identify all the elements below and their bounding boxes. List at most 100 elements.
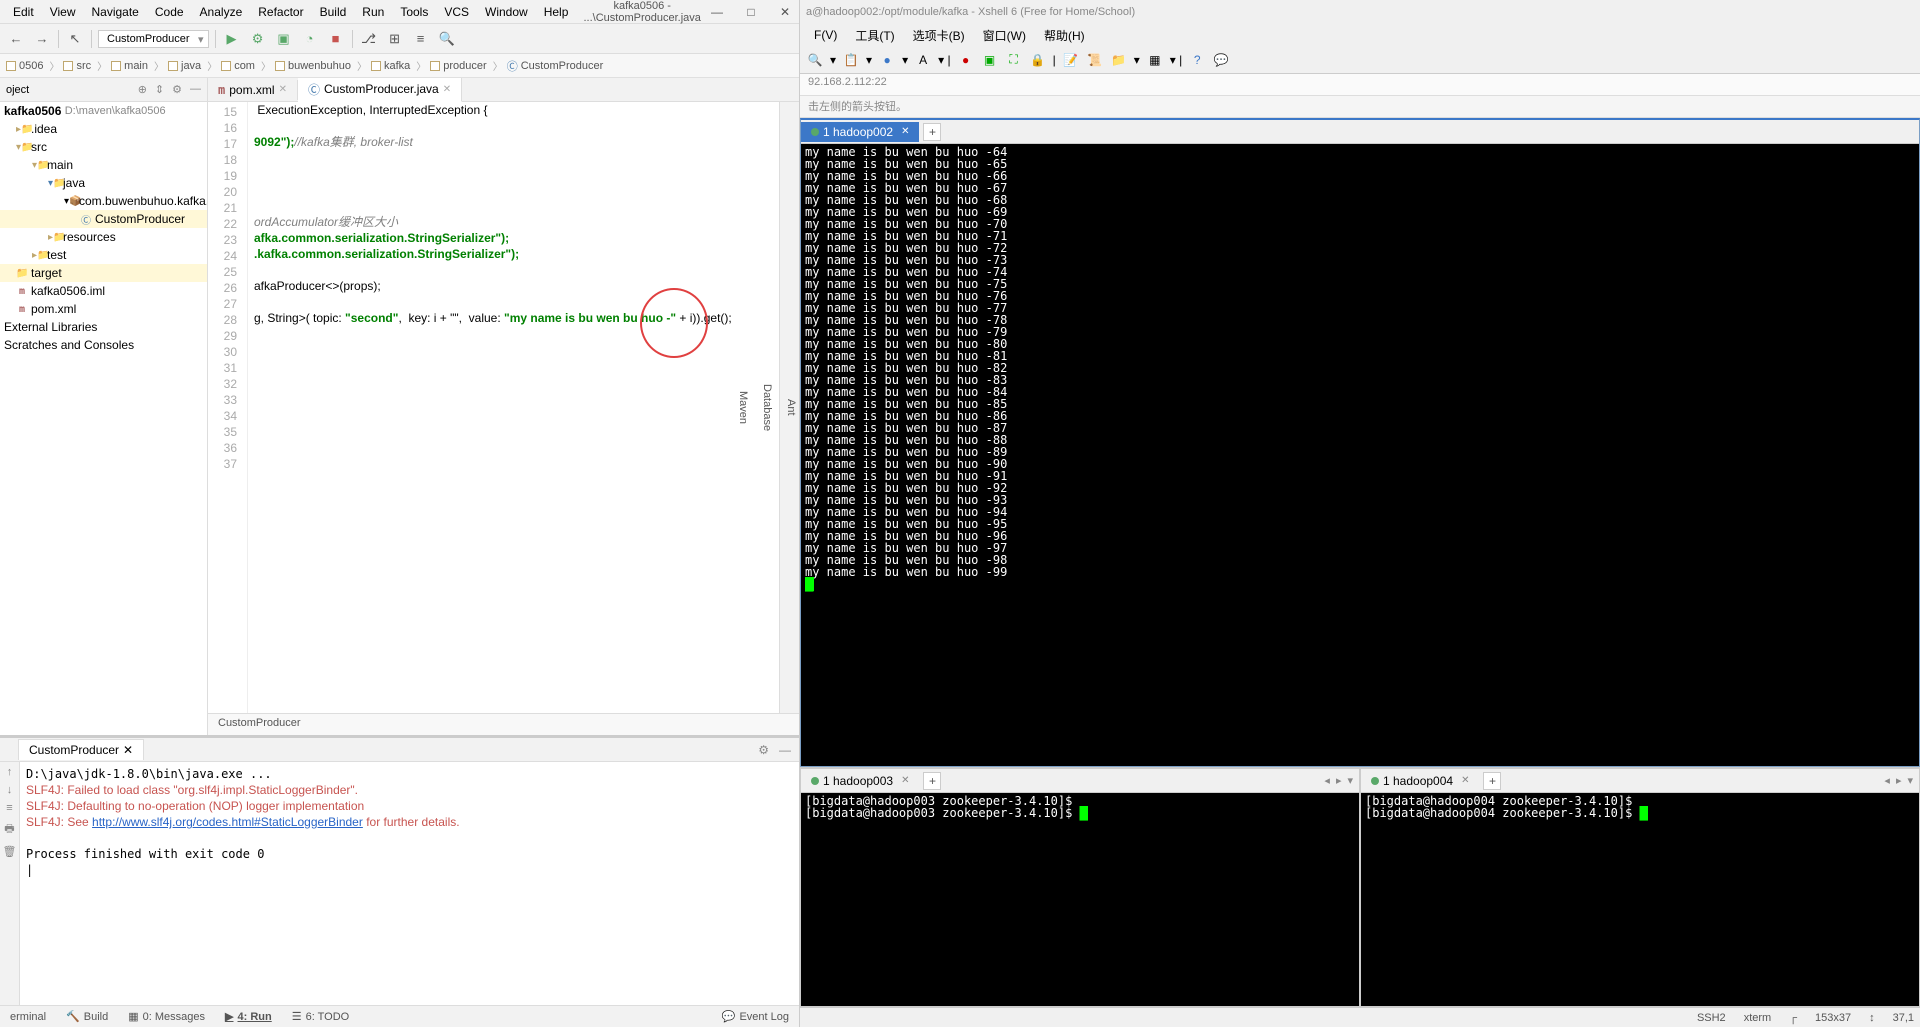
prev-icon[interactable]: ◂ <box>1884 774 1890 787</box>
menu-run[interactable]: Run <box>355 3 391 21</box>
minimize-button[interactable]: — <box>709 5 725 19</box>
run-config-select[interactable]: CustomProducer <box>98 30 209 48</box>
menu-navigate[interactable]: Navigate <box>84 3 145 21</box>
messages-tab[interactable]: ▦0: Messages <box>118 1010 215 1023</box>
tab-hadoop003[interactable]: 1 hadoop003✕ <box>801 771 919 791</box>
terminal-tab[interactable]: erminal <box>0 1011 56 1023</box>
layout-icon[interactable]: ▦ <box>1146 51 1164 69</box>
breadcrumb-8[interactable]: ⒸCustomProducer <box>507 58 610 74</box>
close-icon[interactable]: ✕ <box>901 775 909 786</box>
chat-icon[interactable]: 💬 <box>1212 51 1230 69</box>
menu-tools[interactable]: Tools <box>393 3 435 21</box>
run-icon[interactable]: ▶ <box>222 29 242 49</box>
menu-edit[interactable]: Edit <box>6 3 41 21</box>
tree-folder-main[interactable]: ▾📁main <box>0 156 207 174</box>
expand-icon[interactable]: ⛶ <box>1005 51 1023 69</box>
tree-folder-resources[interactable]: ▸📁resources <box>0 228 207 246</box>
breadcrumb-7[interactable]: producer <box>430 58 502 73</box>
xs-menu-item[interactable]: F(V) <box>806 26 845 44</box>
run-tab[interactable]: ▶4: Run <box>215 1010 282 1023</box>
hide-icon[interactable]: — <box>779 743 791 757</box>
project-header[interactable]: oject ⊕ ⇕ ⚙ — <box>0 78 207 102</box>
nav-fwd-icon[interactable]: → <box>32 29 52 49</box>
tree-package[interactable]: ▾📦com.buwenbuhuo.kafka.produc <box>0 192 207 210</box>
project-tree[interactable]: kafka0506 D:\maven\kafka0506 ▸📁.idea ▾📁s… <box>0 102 207 735</box>
tree-class-customproducer[interactable]: ⒸCustomProducer <box>0 210 207 228</box>
xs-menu-item[interactable]: 窗口(W) <box>975 25 1034 46</box>
tab-hadoop002[interactable]: 1 hadoop002✕ <box>801 122 919 142</box>
terminal-output-bl[interactable]: [bigdata@hadoop003 zookeeper-3.4.10]$ [b… <box>801 793 1359 1006</box>
menu-analyze[interactable]: Analyze <box>193 3 250 21</box>
close-icon[interactable]: ✕ <box>279 84 287 95</box>
close-button[interactable]: ✕ <box>777 5 793 19</box>
ant-tab[interactable]: Ant <box>785 108 797 707</box>
terminal-output-top[interactable]: my name is bu wen bu huo -64 my name is … <box>801 144 1919 766</box>
globe-icon[interactable]: ● <box>878 51 896 69</box>
gear-icon[interactable]: ⚙ <box>758 743 769 757</box>
hide-icon[interactable]: — <box>190 83 201 96</box>
rerun-icon[interactable]: ↑ <box>7 766 13 778</box>
code-content[interactable]: ExecutionException, InterruptedException… <box>248 102 799 713</box>
help-icon[interactable]: ? <box>1188 51 1206 69</box>
breadcrumb-4[interactable]: com <box>221 58 271 73</box>
close-icon[interactable]: ✕ <box>123 743 133 757</box>
xs-address[interactable]: 92.168.2.112:22 <box>800 74 1920 96</box>
target-icon[interactable]: ⊕ <box>138 83 147 96</box>
menu-build[interactable]: Build <box>313 3 354 21</box>
console-output[interactable]: D:\java\jdk-1.8.0\bin\java.exe ... SLF4J… <box>20 762 799 1005</box>
next-icon[interactable]: ▸ <box>1336 774 1342 787</box>
menu-view[interactable]: View <box>43 3 83 21</box>
xs-menu-item[interactable]: 帮助(H) <box>1036 25 1093 46</box>
coverage-icon[interactable]: ▣ <box>274 29 294 49</box>
new-tab-button[interactable]: + <box>923 772 941 790</box>
editor-breadcrumb[interactable]: CustomProducer <box>208 713 799 735</box>
gear-icon[interactable]: ⚙ <box>172 83 182 96</box>
menu-vcs[interactable]: VCS <box>437 3 476 21</box>
close-icon[interactable]: ✕ <box>901 126 909 137</box>
script-icon[interactable]: 📜 <box>1086 51 1104 69</box>
close-icon[interactable]: ✕ <box>1461 775 1469 786</box>
collapse-icon[interactable]: ⇕ <box>155 83 164 96</box>
maximize-button[interactable]: □ <box>743 5 759 19</box>
tree-file-iml[interactable]: mkafka0506.iml <box>0 282 207 300</box>
breadcrumb-0[interactable]: 0506 <box>6 58 59 73</box>
profile-icon[interactable]: ◔ <box>300 29 320 49</box>
tree-folder-test[interactable]: ▸📁test <box>0 246 207 264</box>
todo-tab[interactable]: ☰6: TODO <box>282 1010 359 1023</box>
red-icon[interactable]: ● <box>957 51 975 69</box>
font-icon[interactable]: A <box>914 51 932 69</box>
database-tab[interactable]: Database <box>761 108 773 707</box>
nav-back-icon[interactable]: ← <box>6 29 26 49</box>
print-icon[interactable]: 🖶 <box>4 820 14 839</box>
settings-icon[interactable]: ≡ <box>411 29 431 49</box>
debug-icon[interactable]: ⚙ <box>248 29 268 49</box>
new-tab-button[interactable]: + <box>1483 772 1501 790</box>
search-icon[interactable]: 🔍 <box>437 29 457 49</box>
lock-icon[interactable]: 🔒 <box>1029 51 1047 69</box>
menu-icon[interactable]: ▾ <box>1347 774 1353 787</box>
menu-code[interactable]: Code <box>148 3 191 21</box>
close-icon[interactable]: ✕ <box>443 84 451 95</box>
scratches[interactable]: Scratches and Consoles <box>0 336 207 354</box>
breadcrumb-2[interactable]: main <box>111 58 164 73</box>
green-icon[interactable]: ▣ <box>981 51 999 69</box>
event-log[interactable]: 💬Event Log <box>712 1010 799 1023</box>
tab-hadoop004[interactable]: 1 hadoop004✕ <box>1361 771 1479 791</box>
tree-root[interactable]: kafka0506 D:\maven\kafka0506 <box>0 102 207 120</box>
copy-icon[interactable]: 📋 <box>842 51 860 69</box>
maven-tab[interactable]: Maven <box>737 108 749 707</box>
xs-menu-item[interactable]: 工具(T) <box>847 25 902 46</box>
terminal-output-br[interactable]: [bigdata@hadoop004 zookeeper-3.4.10]$ [b… <box>1361 793 1919 1006</box>
run-tab-active[interactable]: CustomProducer✕ <box>18 739 144 760</box>
new-tab-button[interactable]: + <box>923 123 941 141</box>
tree-file-pom[interactable]: mpom.xml <box>0 300 207 318</box>
breadcrumb-5[interactable]: buwenbuhuo <box>275 58 367 73</box>
prev-icon[interactable]: ◂ <box>1324 774 1330 787</box>
next-icon[interactable]: ▸ <box>1896 774 1902 787</box>
structure-icon[interactable]: ⊞ <box>385 29 405 49</box>
tab-pom[interactable]: mpom.xml✕ <box>208 80 298 100</box>
breadcrumb-6[interactable]: kafka <box>371 58 426 73</box>
xs-menu-item[interactable]: 选项卡(B) <box>905 25 973 46</box>
build-tab[interactable]: 🔨Build <box>56 1010 118 1023</box>
external-libraries[interactable]: External Libraries <box>0 318 207 336</box>
